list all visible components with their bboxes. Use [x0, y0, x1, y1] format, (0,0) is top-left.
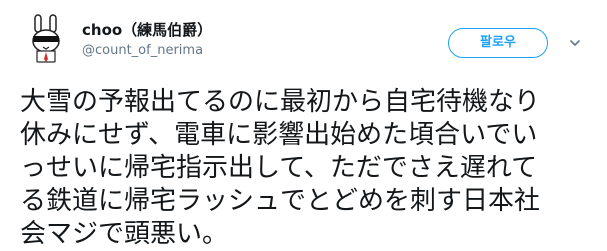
tweet-text-line: っせいに帰宅指示出して、ただでさえ遅れて [20, 153, 538, 183]
user-names: choo（練馬伯爵） @count_of_nerima [82, 20, 212, 60]
chevron-down-icon[interactable] [568, 36, 582, 50]
tweet-card: choo（練馬伯爵） @count_of_nerima 팔로우 大雪の予報出てる… [0, 0, 607, 251]
follow-button[interactable]: 팔로우 [448, 28, 548, 58]
tweet-text: 大雪の予報出てるのに最初から自宅待機なり 休みにせず、電車に影響出始めた頃合いで… [20, 86, 595, 251]
avatar[interactable] [20, 12, 72, 64]
tweet-text-line: 休みにせず、電車に影響出始めた頃合いでい [20, 120, 538, 150]
tweet-header: choo（練馬伯爵） @count_of_nerima 팔로우 [20, 12, 595, 68]
rabbit-avatar-icon [20, 12, 72, 64]
screen-name[interactable]: @count_of_nerima [82, 42, 212, 60]
tweet-text-line: 大雪の予報出てるのに最初から自宅待機なり [20, 87, 541, 117]
tweet-text-line: る鉄道に帰宅ラッシュでとどめを刺す日本社 [20, 186, 541, 216]
display-name[interactable]: choo（練馬伯爵） [82, 20, 212, 40]
tweet-text-line: 会マジで頭悪い。 [20, 219, 229, 249]
